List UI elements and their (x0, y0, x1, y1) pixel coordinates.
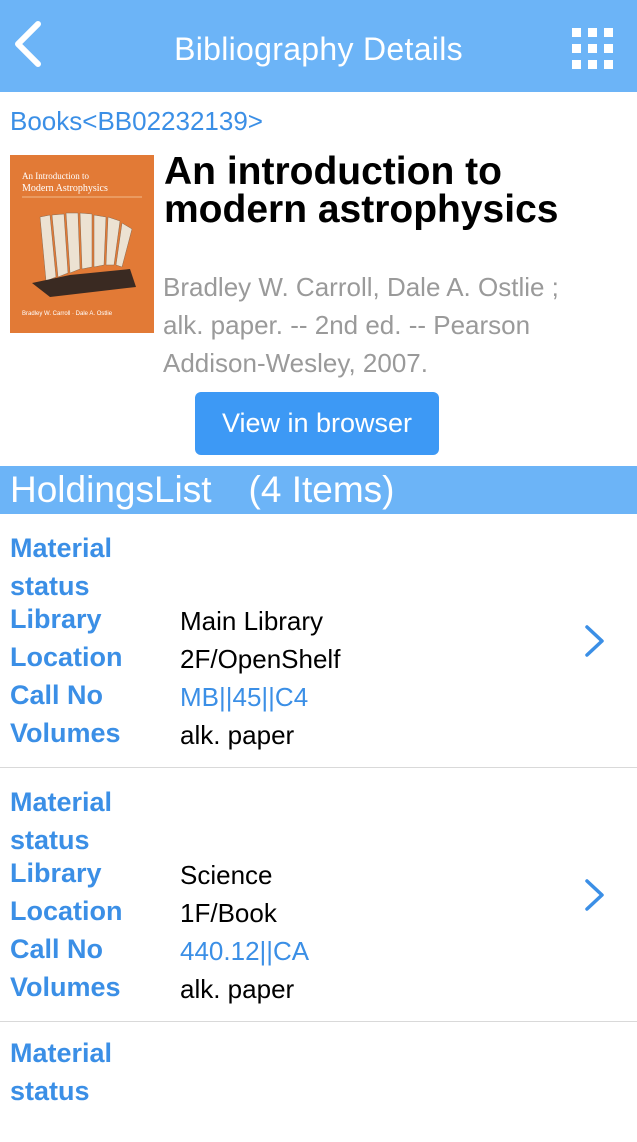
library-label: Library (10, 604, 102, 634)
library-value: Main Library (180, 606, 324, 636)
book-cover-image: An Introduction to Modern Astrophysics B… (10, 155, 154, 333)
holding-item[interactable]: Material status (0, 1022, 637, 1142)
holding-item[interactable]: Material status Library Science Location… (0, 769, 637, 1022)
back-button[interactable] (10, 18, 50, 70)
location-label: Location (10, 896, 123, 926)
book-cover-art: An Introduction to Modern Astrophysics B… (10, 155, 154, 333)
book-publication-info: Bradley W. Carroll, Dale A. Ostlie ; alk… (163, 272, 559, 378)
grid-menu-icon (572, 28, 613, 69)
location-label: Location (10, 642, 123, 672)
chevron-left-icon (15, 21, 41, 67)
material-status-label: Material status (10, 1038, 113, 1106)
material-status-label: Material status (10, 787, 113, 855)
record-type-breadcrumb[interactable]: Books<BB02232139> (10, 106, 263, 137)
call-no-link[interactable]: 440.12||CA (180, 936, 309, 967)
menu-button[interactable] (570, 26, 616, 72)
holdings-list-header: HoldingsList (4 Items) (0, 466, 637, 514)
call-no-label: Call No (10, 934, 104, 964)
chevron-right-icon (585, 879, 604, 911)
location-value: 2F/OpenShelf (180, 644, 341, 674)
library-value: Science (180, 860, 273, 890)
volumes-value: alk. paper (180, 720, 295, 750)
cover-title-line1: An Introduction to (22, 171, 89, 181)
volumes-label: Volumes (10, 972, 121, 1002)
call-no-label: Call No (10, 680, 104, 710)
chevron-right-icon (585, 625, 604, 657)
volumes-label: Volumes (10, 718, 121, 748)
library-label: Library (10, 858, 102, 888)
location-value: 1F/Book (180, 898, 277, 928)
page-title: Bibliography Details (174, 31, 463, 67)
call-no-link[interactable]: MB||45||C4 (180, 682, 308, 713)
cover-title-line2: Modern Astrophysics (22, 183, 108, 194)
book-title: An introduction to modern astrophysics (164, 150, 559, 231)
navigation-bar: Bibliography Details (0, 0, 637, 92)
material-status-label: Material status (10, 533, 113, 601)
holding-item[interactable]: Material status Library Main Library Loc… (0, 515, 637, 768)
view-in-browser-button[interactable]: View in browser (195, 392, 439, 455)
cover-authors: Bradley W. Carroll · Dale A. Ostlie (22, 311, 113, 317)
volumes-value: alk. paper (180, 974, 295, 1004)
